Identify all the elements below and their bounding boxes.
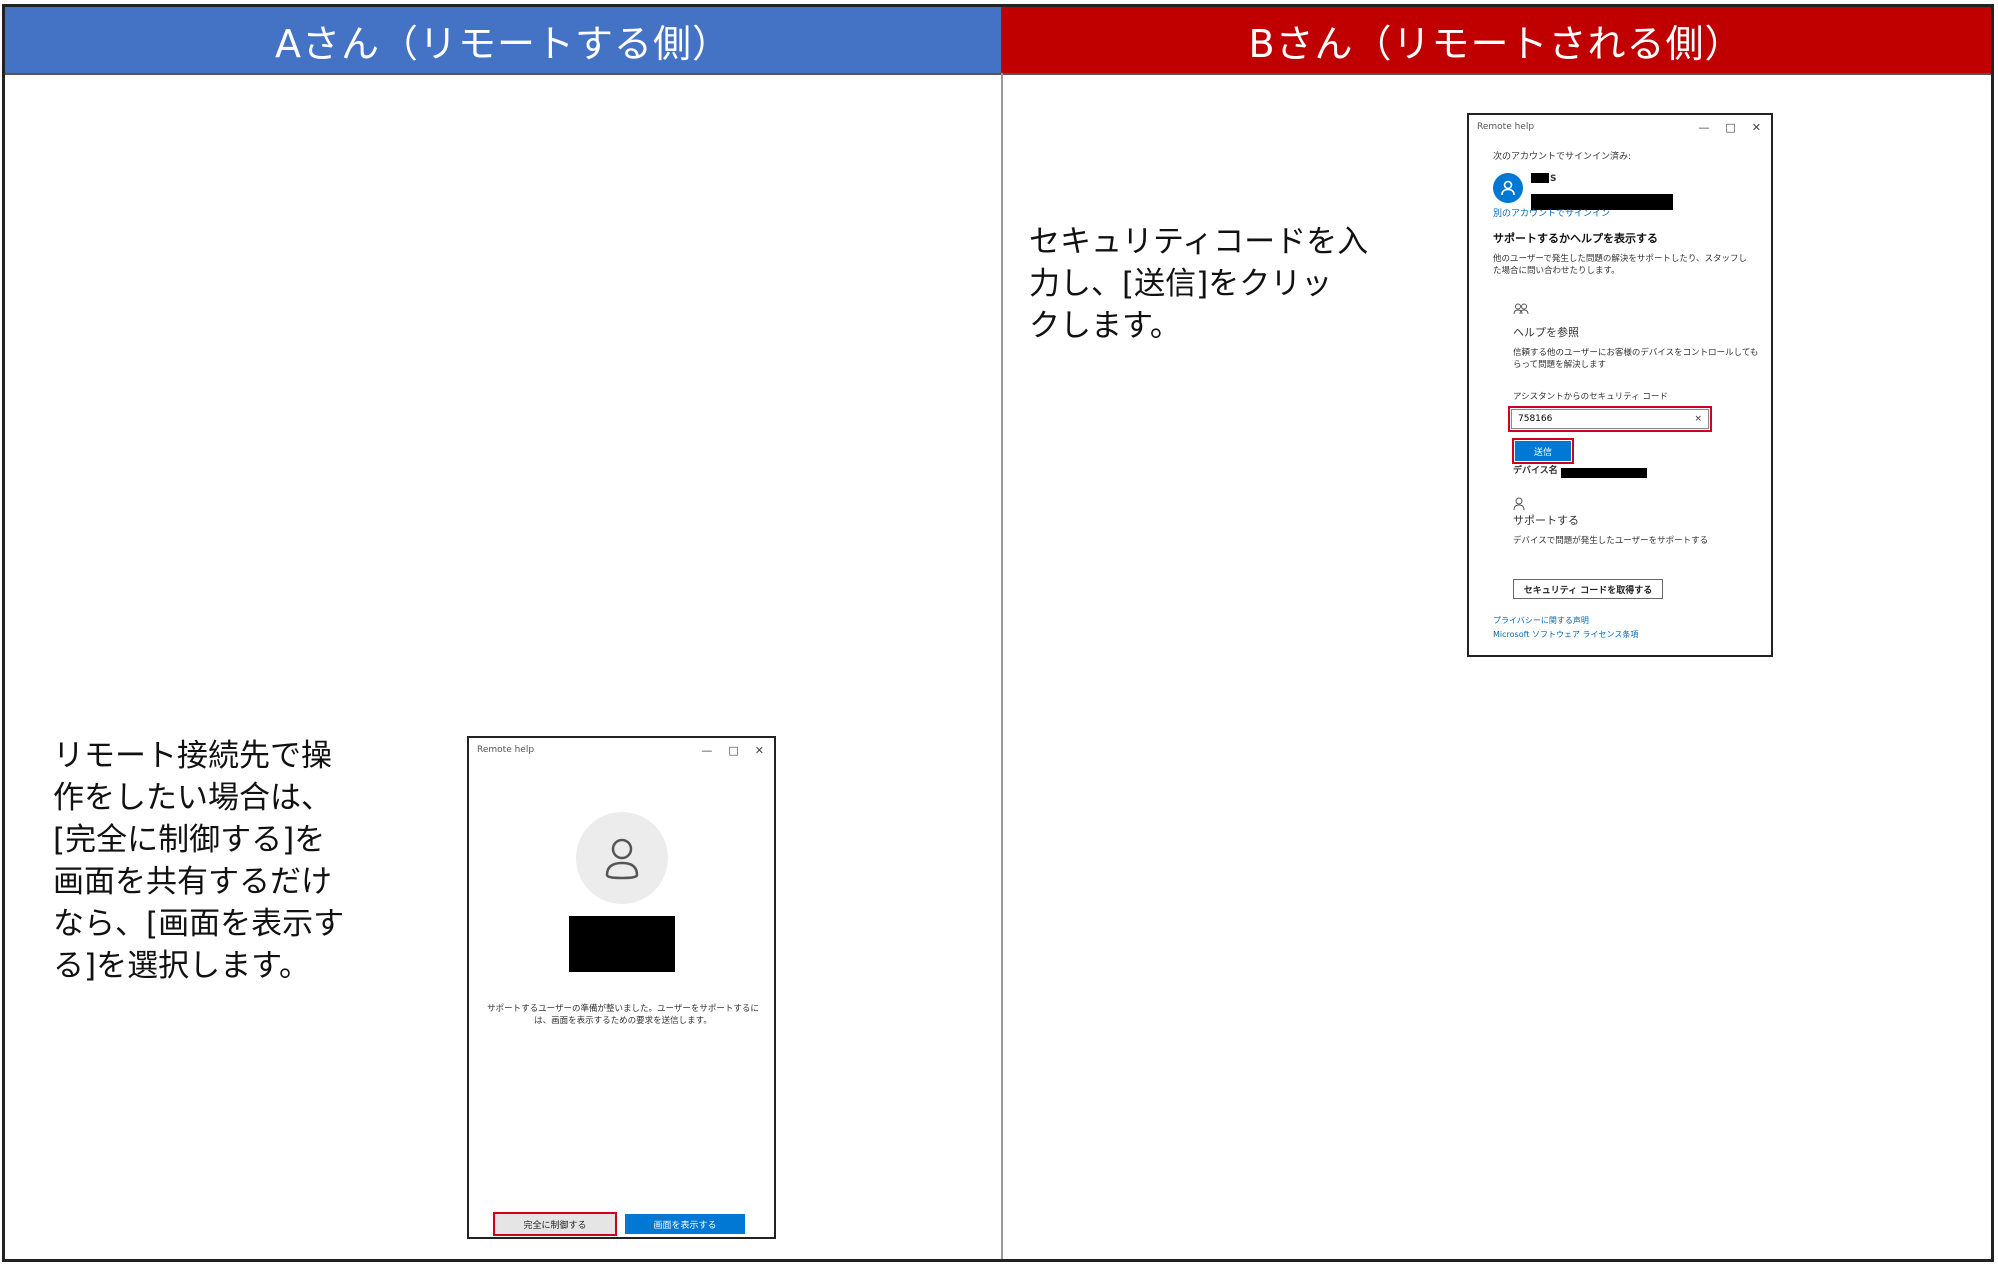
signed-in-label: 次のアカウントでサインイン済み: — [1493, 152, 1632, 162]
people-icon — [1513, 303, 1529, 315]
maximize-icon[interactable]: □ — [1725, 121, 1735, 134]
give-help-description: デバイスで問題が発生したユーザーをサポートする — [1513, 536, 1709, 546]
minimize-icon[interactable]: — — [701, 744, 712, 757]
give-help-icon — [1513, 497, 1525, 511]
account-avatar — [1493, 173, 1523, 203]
get-help-description: 信頼する他のユーザーにお客様のデバイスをコントロールしてもらって問題を解決します — [1513, 348, 1759, 370]
remote-help-window-b: Remote help — □ ✕ 次のアカウントでサインイン済み: S 別のア… — [1467, 113, 1773, 657]
instruction-a: リモート接続先で操 作をしたい場合は、 [完全に制御する]を 画面を共有するだけ… — [53, 738, 345, 984]
security-code-input[interactable]: 758166 × — [1508, 406, 1712, 432]
get-security-code-button[interactable]: セキュリティ コードを取得する — [1513, 579, 1663, 599]
person-icon — [605, 838, 639, 880]
section-heading: サポートするかヘルプを表示する — [1493, 232, 1658, 245]
window-title-b: Remote help — [1477, 122, 1535, 132]
header-user-a: Aさん（リモートする側） — [5, 7, 1001, 73]
instruction-b: セキュリティコードを入 力し、[送信]をクリッ クします。 — [1029, 224, 1369, 344]
window-title-a: Remote help — [477, 745, 535, 755]
section-description: 他のユーザーで発生した問題の解決をサポートしたり、スタッフした場合に問い合わせた… — [1493, 254, 1747, 276]
full-control-button[interactable]: 完全に制御する — [493, 1212, 617, 1236]
slide-frame: Aさん（リモートする側） Bさん（リモートされる側） リモート接続先で操 作をし… — [2, 4, 1994, 1262]
minimize-icon[interactable]: — — [1698, 121, 1709, 134]
ready-message: サポートするユーザーの準備が整いました。ユーザーをサポートするには、画面を表示す… — [487, 1004, 759, 1026]
redacted-username — [569, 916, 675, 972]
security-code-value: 758166 — [1518, 414, 1553, 424]
header-user-b: Bさん（リモートされる側） — [1001, 7, 1991, 73]
titlebar-b: Remote help — □ ✕ — [1469, 115, 1771, 139]
account-initial: S — [1550, 174, 1557, 184]
header-divider — [5, 73, 1991, 75]
redacted-name-part — [1531, 173, 1549, 183]
view-screen-button[interactable]: 画面を表示する — [625, 1214, 745, 1234]
clear-icon[interactable]: × — [1694, 414, 1708, 424]
code-field-label: アシスタントからのセキュリティ コード — [1513, 392, 1668, 402]
give-help-title: サポートする — [1513, 514, 1579, 527]
close-icon[interactable]: ✕ — [755, 744, 764, 757]
person-icon — [1501, 180, 1515, 196]
remote-help-window-a: Remote help — □ ✕ サポートするユーザーの準備が整いました。ユー… — [467, 736, 776, 1239]
other-account-link[interactable]: 別のアカウントでサインイン — [1493, 208, 1610, 220]
column-divider — [1001, 73, 1003, 1259]
maximize-icon[interactable]: □ — [728, 744, 738, 757]
get-help-title: ヘルプを参照 — [1513, 326, 1579, 339]
privacy-link[interactable]: プライバシーに関する声明 — [1493, 615, 1589, 627]
send-button[interactable]: 送信 — [1512, 438, 1574, 464]
close-icon[interactable]: ✕ — [1752, 121, 1761, 134]
titlebar-a: Remote help — □ ✕ — [469, 738, 774, 762]
avatar — [576, 812, 668, 904]
redacted-device-name — [1561, 468, 1647, 478]
license-link[interactable]: Microsoft ソフトウェア ライセンス条項 — [1493, 629, 1638, 641]
device-name-label: デバイス名 — [1513, 466, 1558, 476]
